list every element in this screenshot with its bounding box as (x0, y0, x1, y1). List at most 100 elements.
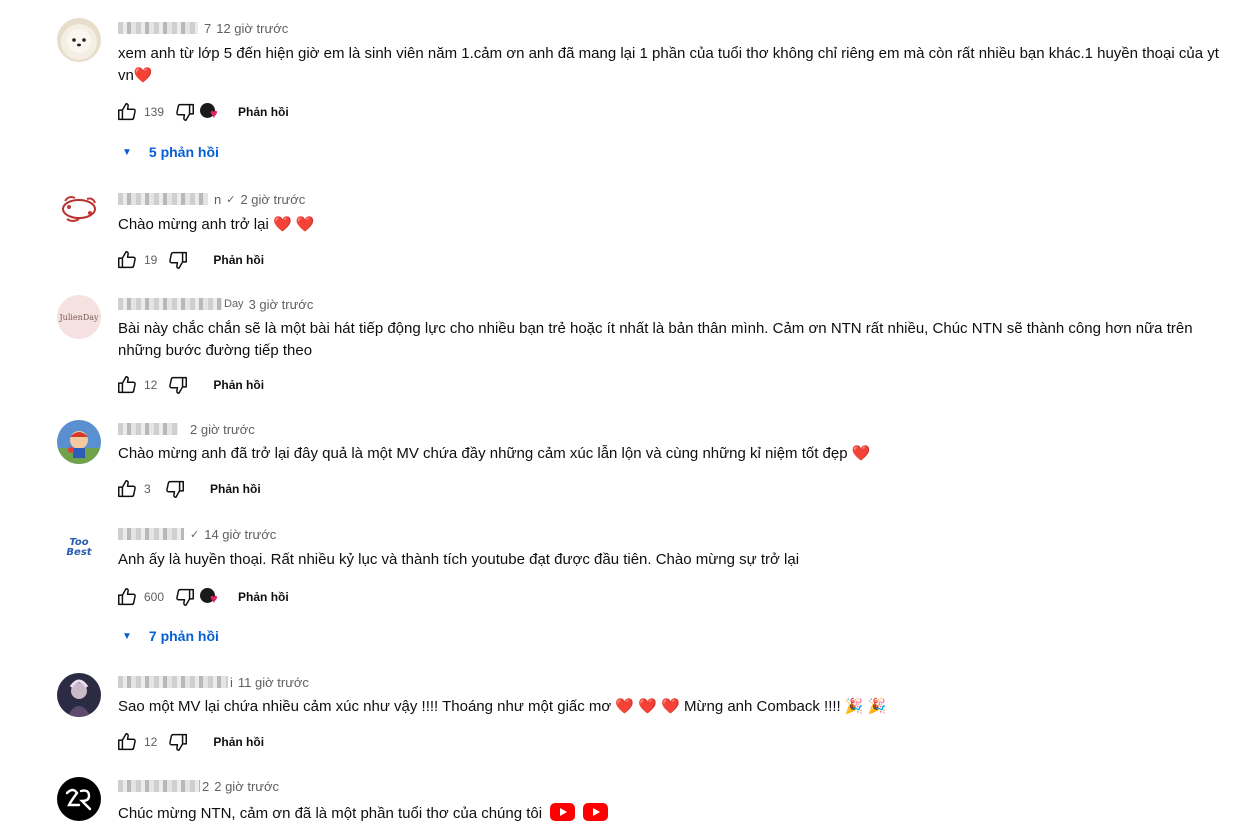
comment-time[interactable]: 11 giờ trước (238, 675, 309, 690)
avatar[interactable] (57, 777, 101, 821)
dislike-button[interactable] (174, 101, 196, 123)
creator-heart-badge: ♥ (200, 101, 224, 123)
thumbs-down-icon (166, 480, 184, 498)
dislike-button[interactable] (164, 478, 186, 500)
blurred-handle[interactable] (118, 528, 184, 540)
comment-meta: n ✓ 2 giờ trước (118, 190, 305, 208)
comment-meta: 7 12 giờ trước (118, 19, 288, 37)
like-count: 12 (144, 735, 158, 749)
thumbs-up-icon (118, 588, 136, 606)
party-emoji: 🎉 🎉 (844, 698, 887, 715)
comment-meta: 2 2 giờ trước (118, 777, 279, 795)
blurred-handle[interactable] (118, 780, 200, 792)
comment-actions: 19 Phản hồi (116, 248, 264, 272)
heart-emoji: ❤️ (851, 445, 871, 462)
comment-text: Sao một MV lại chứa nhiều cảm xúc như vậ… (118, 696, 1228, 718)
comment-meta: ✓ 14 giờ trước (118, 525, 276, 543)
handle-tail: 7 (204, 20, 212, 36)
comment-body: xem anh từ lớp 5 đến hiện giờ em là sinh… (118, 45, 1219, 84)
view-replies-button[interactable]: ▼ 7 phản hồi (122, 625, 219, 647)
like-button[interactable] (116, 586, 138, 608)
comment-body: Chào mừng anh đã trở lại đây quả là một … (118, 445, 848, 462)
comment-body: Chào mừng anh trở lại (118, 216, 269, 233)
blurred-handle[interactable] (118, 193, 208, 205)
comment-body: Bài này chắc chắn sẽ là một bài hát tiếp… (118, 320, 1193, 359)
comment-time[interactable]: 3 giờ trước (249, 297, 314, 312)
heart-emoji: ❤️ (133, 67, 153, 84)
avatar[interactable] (57, 420, 101, 464)
reply-button[interactable]: Phản hồi (210, 482, 261, 496)
like-count: 12 (144, 378, 158, 392)
comment-time[interactable]: 2 giờ trước (190, 422, 255, 437)
comment-actions: 139 ♥ Phản hồi (116, 100, 289, 124)
dislike-button[interactable] (167, 249, 189, 271)
reply-button[interactable]: Phản hồi (213, 735, 264, 749)
thumbs-down-icon (176, 103, 195, 121)
blurred-handle[interactable] (118, 423, 178, 435)
reply-button[interactable]: Phản hồi (238, 105, 289, 119)
avatar-label: JulienDay (59, 312, 99, 322)
comment-body: Sao một MV lại chứa nhiều cảm xúc như vậ… (118, 698, 841, 715)
handle-tail: 2 (202, 778, 210, 794)
comment-body: Anh ấy là huyền thoại. Rất nhiều kỷ lục … (118, 551, 800, 568)
comment-text: Chào mừng anh đã trở lại đây quả là một … (118, 443, 1228, 465)
avatar[interactable]: Too Best (57, 526, 101, 570)
comment-time[interactable]: 2 giờ trước (240, 192, 305, 207)
avatar[interactable]: JulienDay (57, 295, 101, 339)
handle-tail: Day (224, 298, 244, 310)
verified-check-icon: ✓ (226, 193, 236, 206)
comment-actions: 600 ♥ Phản hồi (116, 585, 289, 609)
avatar-label: Too Best (66, 537, 92, 558)
heart-emoji: ❤️ ❤️ (272, 216, 315, 233)
thumbs-up-icon (118, 251, 136, 269)
comment-time[interactable]: 2 giờ trước (214, 779, 279, 794)
like-button[interactable] (116, 374, 138, 396)
like-count: 3 (144, 482, 151, 496)
reply-button[interactable]: Phản hồi (238, 590, 289, 604)
blurred-handle[interactable] (118, 22, 198, 34)
creator-heart-badge: ♥ (200, 586, 224, 608)
view-replies-button[interactable]: ▼ 5 phản hồi (122, 141, 219, 163)
character-avatar-icon (67, 679, 91, 717)
like-button[interactable] (116, 249, 138, 271)
like-button[interactable] (116, 731, 138, 753)
like-count: 139 (144, 105, 165, 119)
youtube-logo-icon (583, 803, 609, 821)
replies-count: 5 phản hồi (148, 144, 219, 160)
comment-body: Chúc mừng NTN, cảm ơn đã là một phần tuổ… (118, 805, 543, 822)
reply-button[interactable]: Phản hồi (213, 253, 264, 267)
dislike-button[interactable] (174, 586, 196, 608)
thumbs-up-icon (118, 103, 136, 121)
blurred-handle[interactable] (118, 298, 222, 310)
signature-logo-avatar-icon (65, 788, 92, 811)
thumbs-up-icon (118, 480, 136, 498)
like-button[interactable] (116, 101, 138, 123)
dislike-button[interactable] (167, 374, 189, 396)
like-count: 19 (144, 253, 158, 267)
reply-button[interactable]: Phản hồi (213, 378, 264, 392)
comment-time[interactable]: 12 giờ trước (216, 21, 288, 36)
comment-actions: 12 Phản hồi (116, 730, 264, 754)
comment-actions: 12 Phản hồi (116, 373, 264, 397)
blurred-handle[interactable] (118, 676, 228, 688)
thumbs-up-icon (118, 733, 136, 751)
avatar[interactable] (57, 187, 101, 231)
comment-time[interactable]: 14 giờ trước (204, 527, 276, 542)
comment-text: xem anh từ lớp 5 đến hiện giờ em là sinh… (118, 43, 1228, 87)
comment-text: Chúc mừng NTN, cảm ơn đã là một phần tuổ… (118, 803, 1228, 825)
thumbs-down-icon (169, 251, 188, 269)
pomeranian-avatar-icon (61, 24, 97, 60)
thumbs-down-icon (176, 588, 195, 606)
avatar[interactable] (57, 18, 101, 62)
comment-meta: i 11 giờ trước (118, 673, 309, 691)
avatar[interactable] (57, 673, 101, 717)
floral-logo-avatar-icon (62, 196, 96, 222)
comment-text: Bài này chắc chắn sẽ là một bài hát tiếp… (118, 318, 1218, 362)
handle-tail: n (214, 191, 222, 207)
comment-meta: Day 3 giờ trước (118, 295, 313, 313)
comment-text: Anh ấy là huyền thoại. Rất nhiều kỷ lục … (118, 549, 1228, 571)
cartoon-character-avatar-icon (57, 431, 101, 464)
like-button[interactable] (116, 478, 138, 500)
heart-icon: ♥ (210, 106, 218, 121)
dislike-button[interactable] (167, 731, 189, 753)
